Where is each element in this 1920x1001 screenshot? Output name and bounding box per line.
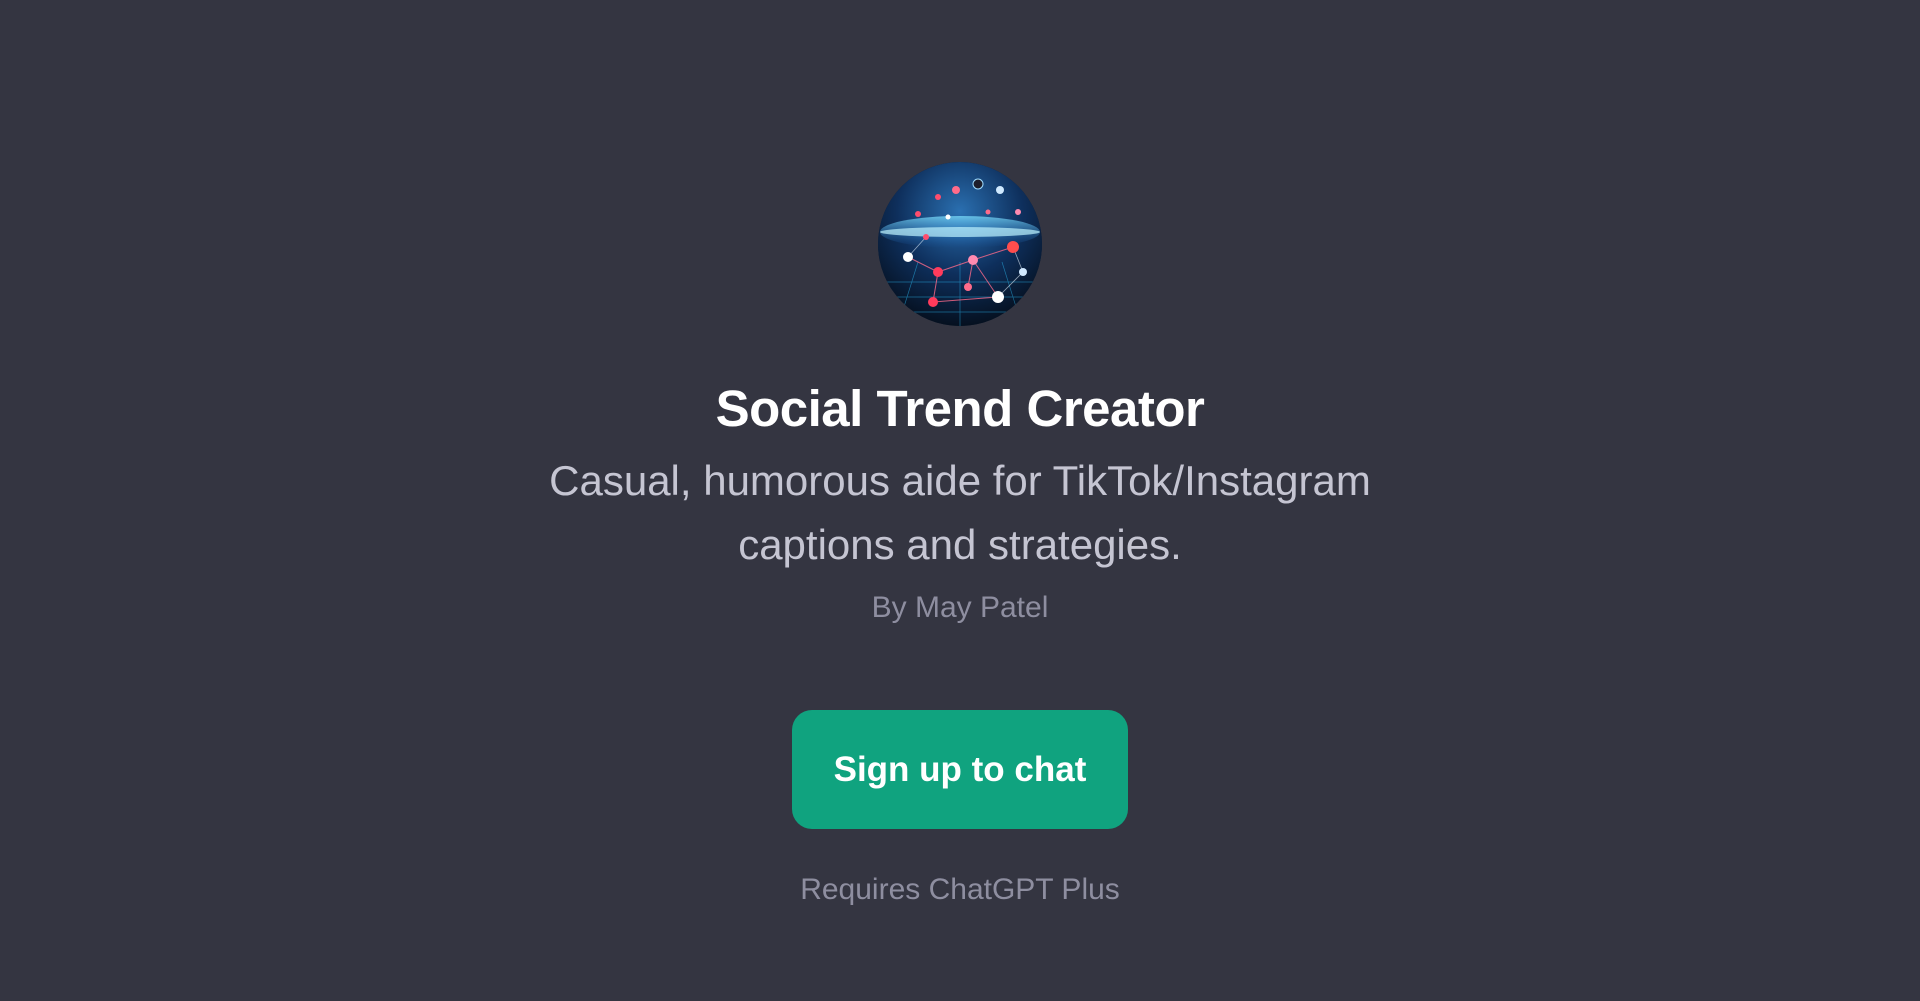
gpt-title: Social Trend Creator [715, 380, 1205, 437]
plus-requirement-note: Requires ChatGPT Plus [800, 873, 1120, 906]
gpt-landing-page: Social Trend Creator Casual, humorous ai… [0, 0, 1920, 1001]
sign-up-to-chat-button[interactable]: Sign up to chat [792, 710, 1128, 829]
gpt-author: By May Patel [871, 591, 1049, 624]
gpt-avatar [878, 162, 1042, 326]
gpt-description-line-1: Casual, humorous aide for TikTok/Instagr… [549, 457, 1371, 504]
gpt-description-line-2: captions and strategies. [738, 521, 1182, 568]
globe-network-icon [878, 162, 1042, 326]
gpt-description: Casual, humorous aide for TikTok/Instagr… [460, 449, 1460, 577]
